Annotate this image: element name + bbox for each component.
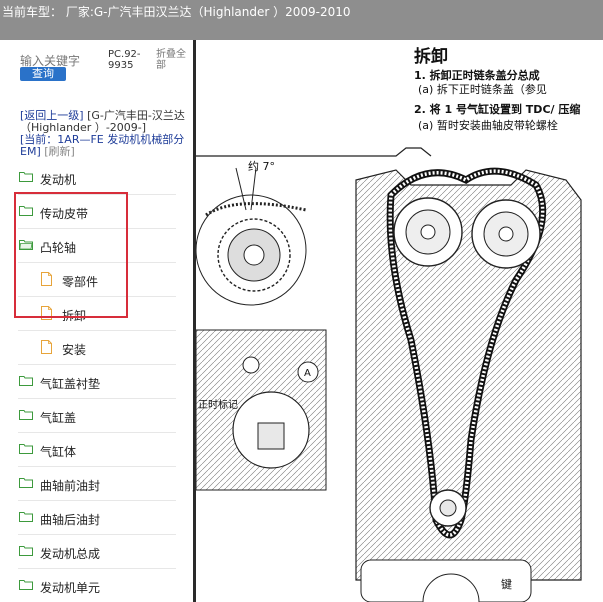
tree-item-label: 发动机 <box>40 173 77 187</box>
manual-title: 拆卸 <box>414 47 448 67</box>
tree-item[interactable]: 气缸体 <box>18 434 176 467</box>
left-panel: 输入关键字 查询 PC.92-9935 折叠全部 [返回上一级] [G-广汽丰田… <box>0 40 193 602</box>
tree-item-label: 气缸盖 <box>40 411 77 425</box>
selection-highlight <box>14 192 128 318</box>
step-1a: (a) 拆下正时链条盖（参见 <box>418 83 547 96</box>
camshaft-sprocket-left <box>393 197 463 267</box>
tree-item-label: 曲轴前油封 <box>40 479 101 493</box>
camshaft-sprocket-right <box>471 199 541 269</box>
refresh-link[interactable]: [刷新] <box>44 145 75 158</box>
key-label: 键 <box>501 577 512 591</box>
tree-item[interactable]: 曲轴后油封 <box>18 502 176 535</box>
tree-item[interactable]: 发动机 <box>18 162 176 195</box>
tree-item-label: 安装 <box>62 343 87 357</box>
breadcrumb: [返回上一级] [G-广汽丰田-汉兰达（Highlander ）-2009-] … <box>20 110 192 158</box>
mark-a-label: A <box>304 368 311 379</box>
tree-item[interactable]: 发动机单元 <box>18 570 176 602</box>
step-2: 2. 将 1 号气缸设置到 TDC/ 压缩 <box>414 103 581 116</box>
timing-mark-label: 正时标记 <box>198 399 238 411</box>
title-bar: 当前车型： 厂家:G-广汽丰田汉兰达（Highlander ）2009-2010 <box>0 0 603 40</box>
pc-code: PC.92-9935 <box>108 49 141 71</box>
tree-item-label: 气缸体 <box>40 445 77 459</box>
tree-item-label: 曲轴后油封 <box>40 513 101 527</box>
tree-item[interactable]: 气缸盖衬垫 <box>18 366 176 399</box>
tree-item-label: 发动机单元 <box>40 581 101 595</box>
tree-item-label: 气缸盖衬垫 <box>40 377 101 391</box>
step-2a: (a) 暂时安装曲轴皮带轮螺栓 <box>418 119 558 132</box>
crankshaft-sprocket <box>429 489 467 527</box>
left-sprocket <box>217 218 291 292</box>
timing-chain-diagram: 约 7° A 正时标记 键 <box>196 147 603 602</box>
tree-item[interactable]: 气缸盖 <box>18 400 176 433</box>
current-vehicle-text: 当前车型： 厂家:G-广汽丰田汉兰达（Highlander ）2009-2010 <box>2 5 351 19</box>
tree-item[interactable]: 发动机总成 <box>18 536 176 569</box>
tree-item-label: 发动机总成 <box>40 547 101 561</box>
tree-item[interactable]: 曲轴前油封 <box>18 468 176 501</box>
collapse-all-link[interactable]: 折叠全部 <box>156 49 193 71</box>
manual-pane: 拆卸 1. 拆卸正时链条盖分总成 (a) 拆下正时链条盖（参见 2. 将 1 号… <box>196 40 603 602</box>
search-button[interactable]: 查询 <box>20 67 66 81</box>
tree-item[interactable]: 安装 <box>18 332 176 365</box>
angle-label: 约 7° <box>248 160 275 173</box>
